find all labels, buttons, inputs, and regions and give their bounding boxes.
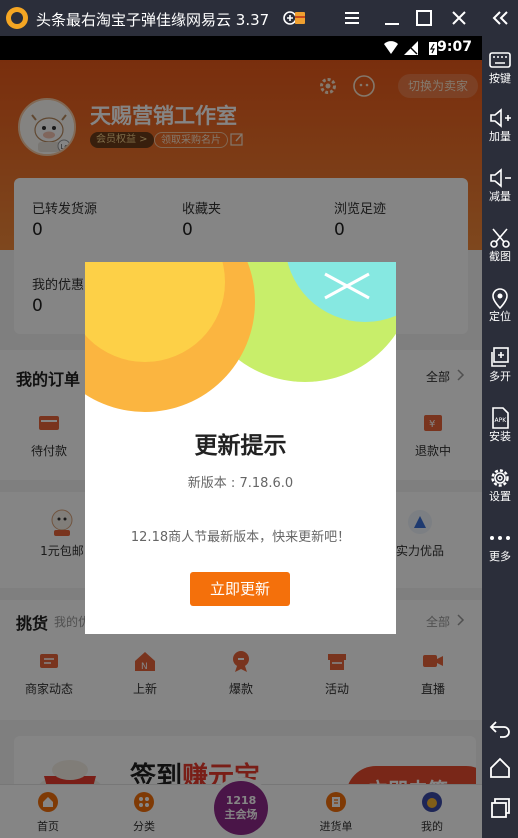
phone-screen: 9:07 切换为卖家 Lo 天赐营销工作室 会员权益 > 领取采购名片 已转发货… bbox=[0, 36, 482, 838]
volume-up-icon bbox=[490, 108, 511, 128]
menu-icon[interactable] bbox=[340, 6, 364, 30]
update-dialog: 更新提示 新版本 : 7.18.6.0 12.18商人节最新版本，快来更新吧！ … bbox=[85, 262, 396, 634]
toolbar-more-button[interactable]: 更多 bbox=[482, 526, 518, 564]
toolbar-screenshot-button[interactable]: 截图 bbox=[482, 226, 518, 264]
dialog-version: 新版本 : 7.18.6.0 bbox=[187, 476, 294, 491]
maximize-icon[interactable] bbox=[412, 6, 436, 30]
volume-down-icon bbox=[490, 168, 511, 188]
scissors-icon bbox=[490, 228, 510, 248]
add-tab-icon[interactable] bbox=[282, 6, 306, 30]
home-outline-icon bbox=[490, 757, 510, 778]
signal-icon bbox=[404, 41, 418, 55]
toolbar-keys-button[interactable]: 按键 bbox=[482, 48, 518, 86]
apk-install-icon: APK bbox=[492, 407, 509, 429]
toolbar-settings-button[interactable]: 设置 bbox=[482, 466, 518, 504]
android-recents-button[interactable] bbox=[482, 796, 518, 820]
svg-text:APK: APK bbox=[495, 417, 508, 424]
app-logo-icon bbox=[6, 7, 28, 29]
collapse-sidebar-icon[interactable] bbox=[488, 6, 512, 30]
minimize-icon[interactable] bbox=[380, 6, 404, 30]
toolbar-volume-up-button[interactable]: 加量 bbox=[482, 106, 518, 144]
android-back-button[interactable] bbox=[482, 716, 518, 740]
wifi-icon bbox=[384, 41, 398, 54]
dialog-message: 12.18商人节最新版本，快来更新吧！ bbox=[130, 530, 351, 545]
close-icon[interactable] bbox=[321, 270, 373, 302]
emulator-titlebar: 头条最右淘宝子弹佳缘网易云 3.37 bbox=[0, 0, 518, 36]
close-window-icon[interactable] bbox=[447, 6, 471, 30]
back-arrow-icon bbox=[489, 721, 510, 738]
dialog-title: 更新提示 bbox=[194, 433, 287, 459]
recents-icon bbox=[491, 798, 510, 818]
update-now-button[interactable]: 立即更新 bbox=[190, 572, 290, 606]
window-title: 头条最右淘宝子弹佳缘网易云 3.37 bbox=[36, 11, 270, 29]
android-home-button[interactable] bbox=[482, 756, 518, 780]
multi-window-icon bbox=[491, 347, 509, 367]
toolbar-location-button[interactable]: 定位 bbox=[482, 286, 518, 324]
more-dots-icon bbox=[490, 536, 510, 540]
toolbar-multi-instance-button[interactable]: 多开 bbox=[482, 346, 518, 384]
toolbar-volume-down-button[interactable]: 减量 bbox=[482, 166, 518, 204]
status-time: 9:07 bbox=[437, 39, 472, 55]
location-pin-icon bbox=[492, 288, 508, 310]
emulator-toolbar: 按键 加量 减量 截图 定位 多开 APK 安装 设置 更多 bbox=[482, 36, 518, 838]
settings-gear-icon bbox=[491, 469, 509, 487]
toolbar-install-button[interactable]: APK 安装 bbox=[482, 406, 518, 444]
status-bar: 9:07 bbox=[0, 36, 482, 60]
keyboard-icon bbox=[489, 52, 511, 68]
